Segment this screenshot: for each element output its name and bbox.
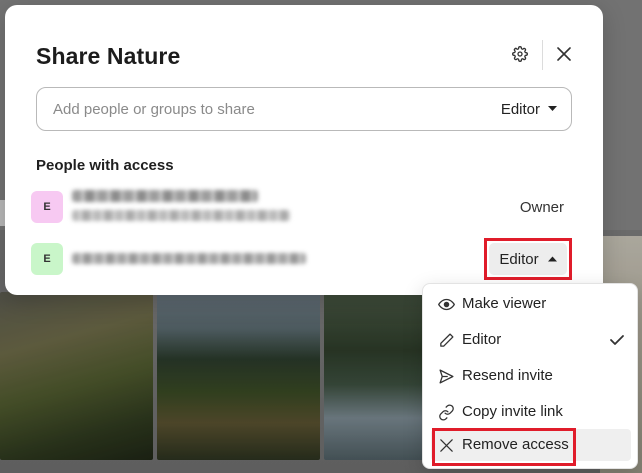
gear-icon [512,46,528,62]
share-people-input[interactable] [53,88,483,130]
header-divider [542,40,543,70]
eye-icon [438,298,455,311]
redacted-email [72,210,290,221]
menu-item-label: Remove access [462,436,569,453]
menu-item-label: Resend invite [462,367,553,384]
menu-item-label: Editor [462,331,502,348]
close-icon [557,47,571,61]
menu-item-editor[interactable]: Editor [431,324,631,356]
menu-item-label: Copy invite link [462,403,563,420]
menu-item-copy-invite-link[interactable]: Copy invite link [431,396,631,428]
close-button[interactable] [550,40,578,68]
share-input-box: Editor [36,87,572,131]
owner-role-label: Owner [519,199,564,216]
role-dropdown-menu: Make viewer Editor Resend invite Copy in… [422,283,638,469]
link-icon [439,404,454,421]
member-role-label: Editor [499,250,539,268]
people-with-access-heading: People with access [36,157,174,174]
pencil-icon [440,333,454,347]
x-icon [440,439,453,452]
check-icon [610,335,624,345]
menu-item-resend-invite[interactable]: Resend invite [431,360,631,392]
menu-item-make-viewer[interactable]: Make viewer [431,288,631,320]
menu-item-remove-access[interactable]: Remove access [431,429,631,461]
send-icon [439,369,454,384]
caret-down-icon [548,106,557,111]
redacted-name [72,190,258,202]
invite-role-label: Editor [500,100,540,118]
member-role-dropdown-button[interactable]: Editor [484,238,572,280]
caret-up-icon [547,256,557,262]
dialog-title: Share Nature [36,43,181,69]
menu-item-label: Make viewer [462,295,547,312]
avatar: E [31,243,63,275]
settings-button[interactable] [506,40,534,68]
redacted-email [72,253,306,264]
access-row-owner: E Owner [31,188,576,228]
avatar: E [31,191,63,223]
invite-role-select[interactable]: Editor [501,88,557,130]
member-role-dropdown-inner: Editor [489,243,567,275]
